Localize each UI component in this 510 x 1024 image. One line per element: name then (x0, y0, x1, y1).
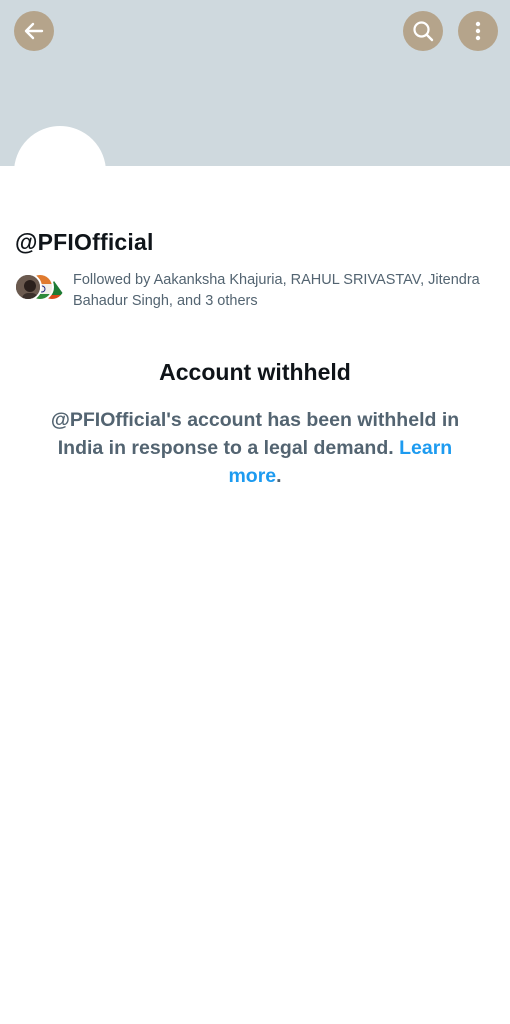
profile-avatar[interactable] (14, 126, 106, 218)
more-options-button[interactable] (458, 11, 498, 51)
more-vertical-icon (466, 19, 490, 43)
profile-handle: @PFIOfficial (15, 229, 154, 255)
message-period: . (276, 465, 282, 487)
followed-by-section[interactable]: Followed by Aakanksha Khajuria, RAHUL SR… (14, 268, 504, 312)
withheld-message-text: @PFIOfficial's account has been withheld… (50, 409, 460, 459)
back-button[interactable] (14, 11, 54, 51)
followed-by-text: Followed by Aakanksha Khajuria, RAHUL SR… (73, 272, 480, 309)
account-withheld-message: @PFIOfficial's account has been withheld… (30, 406, 480, 490)
search-button[interactable] (403, 11, 443, 51)
search-icon (411, 19, 435, 43)
account-withheld-title: Account withheld (159, 359, 351, 385)
follower-avatar (14, 273, 42, 301)
arrow-left-icon (22, 19, 46, 43)
follower-avatars (14, 273, 70, 303)
profile-page: @PFIOfficial Followed by Aakanksha Khaju… (0, 0, 510, 1024)
